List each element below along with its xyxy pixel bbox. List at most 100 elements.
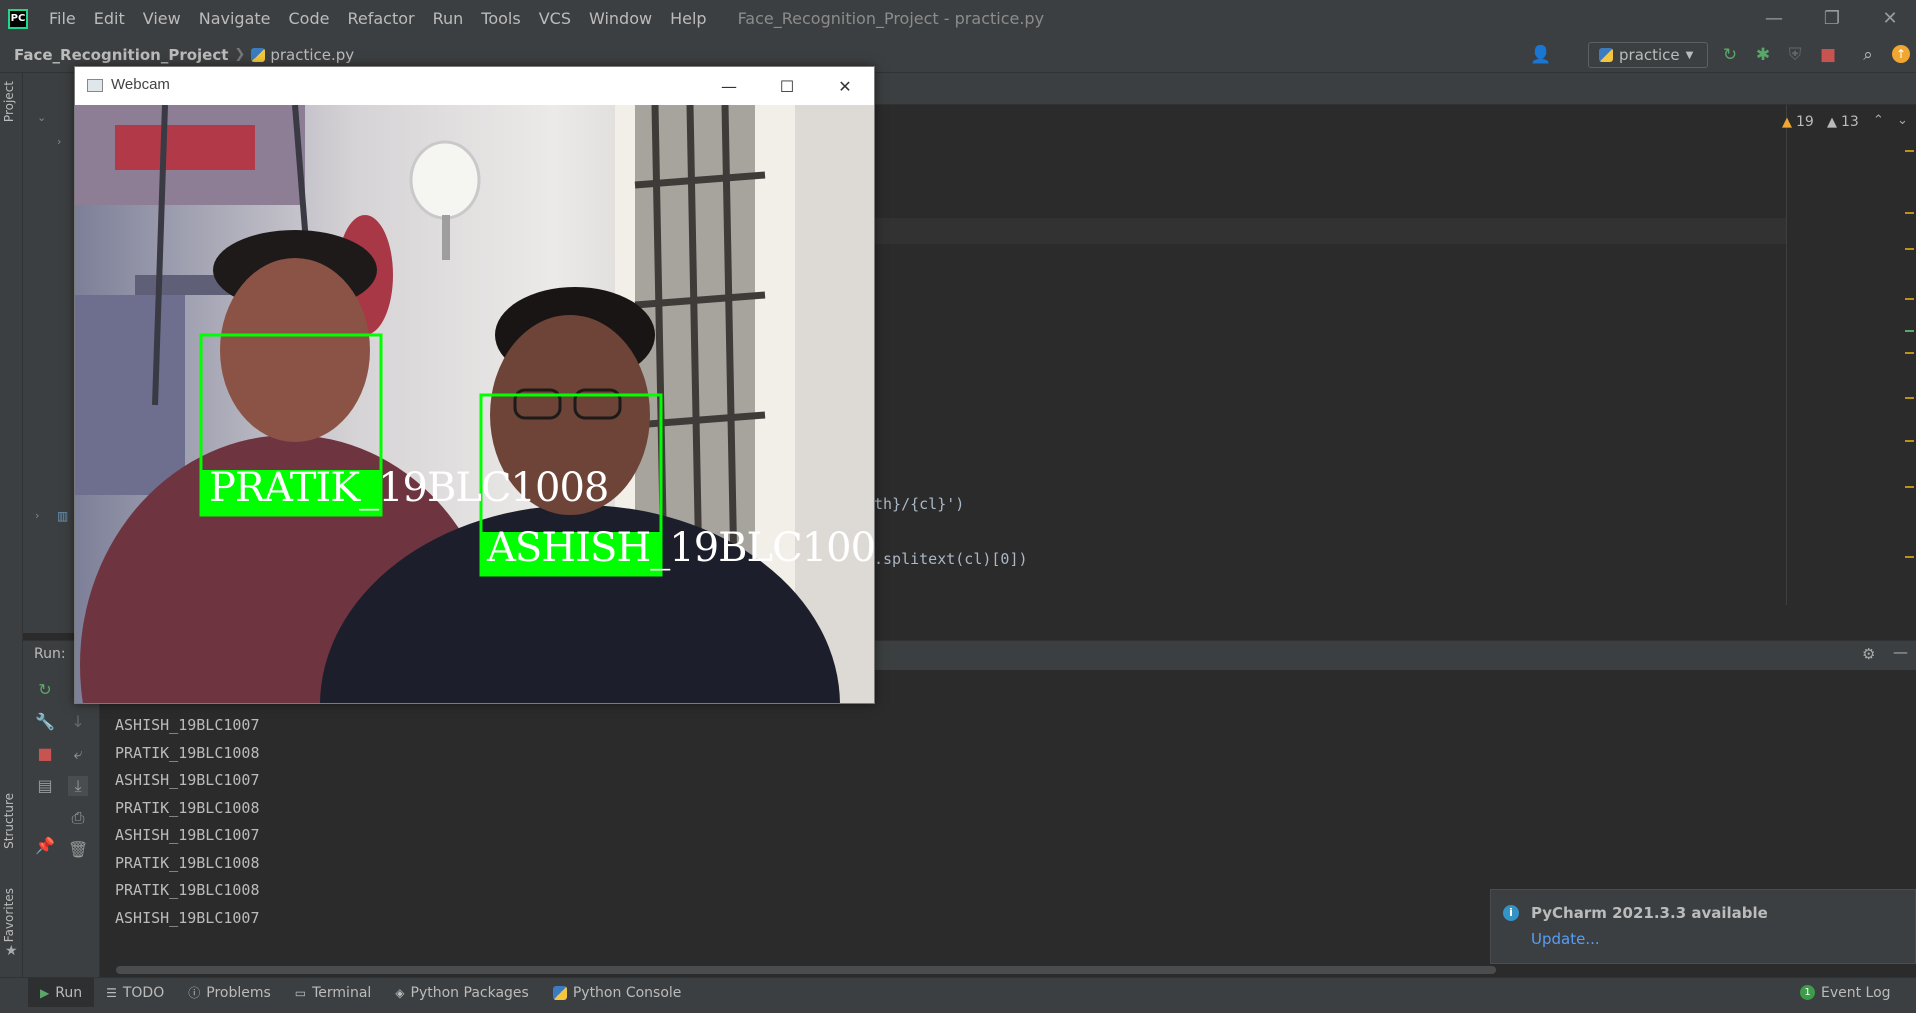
wrench-icon[interactable]: 🔧	[35, 712, 55, 732]
tab-favorites[interactable]: Favorites	[2, 888, 16, 942]
menu-help[interactable]: Help	[661, 0, 715, 37]
tab-terminal-label: Terminal	[312, 984, 372, 1001]
terminal-icon: ▭	[294, 985, 307, 1000]
console-line: PRATIK_19BLC1008	[115, 744, 260, 762]
stop-icon[interactable]: ■	[1818, 45, 1838, 65]
webcam-window[interactable]: Webcam — ☐ ✕ PRATIK_19BLC1008 ASHISH_19B…	[74, 66, 875, 704]
code-line-fragment: th}/{cl}')	[874, 495, 965, 513]
tab-python-console-label: Python Console	[572, 984, 682, 1001]
update-notification[interactable]: i PyCharm 2021.3.3 available Update...	[1490, 889, 1916, 964]
gutter-warning-mark[interactable]	[1905, 212, 1914, 214]
tab-terminal[interactable]: ▭ Terminal	[283, 978, 384, 1008]
search-icon[interactable]: ⌕	[1858, 45, 1878, 65]
tab-problems[interactable]: ⓘ Problems	[176, 978, 283, 1008]
minimize-icon[interactable]: —	[700, 67, 758, 105]
update-icon[interactable]: ↑	[1892, 45, 1910, 63]
star-icon: ★	[5, 943, 18, 959]
code-line-fragment: .splitext(cl)[0])	[874, 550, 1028, 568]
print-icon[interactable]: ⎙	[68, 808, 88, 828]
menu-refactor[interactable]: Refactor	[338, 0, 423, 37]
chevron-right-icon[interactable]: ›	[35, 509, 39, 522]
gutter-warning-mark[interactable]	[1905, 486, 1914, 488]
python-config-icon	[1599, 48, 1613, 62]
console-line: PRATIK_19BLC1008	[115, 799, 260, 817]
console-line: ASHISH_19BLC1007	[115, 771, 260, 789]
close-icon[interactable]: ✕	[816, 67, 874, 105]
user-icon[interactable]: 👤	[1530, 45, 1551, 65]
run-label: Run:	[34, 646, 66, 662]
weak-warning-icon: ▲	[1827, 114, 1837, 130]
left-tool-strip: Project Structure Favorites ★	[0, 73, 23, 993]
face-name-label: ASHISH_19BLC1007	[487, 525, 874, 571]
breadcrumb-file[interactable]: practice.py	[251, 46, 354, 64]
tab-todo[interactable]: ☰ TODO	[94, 978, 176, 1008]
gutter-change-mark[interactable]	[1905, 330, 1914, 332]
gear-icon[interactable]: ⚙	[1862, 645, 1875, 663]
warnings-indicator[interactable]: ▲ 19	[1782, 114, 1814, 130]
window-icon	[87, 79, 103, 92]
gutter-warning-mark[interactable]	[1905, 352, 1914, 354]
weak-warnings-indicator[interactable]: ▲ 13	[1827, 114, 1859, 130]
menu-run[interactable]: Run	[424, 0, 473, 37]
chevron-down-icon[interactable]: ⌄	[37, 111, 46, 124]
gutter-warning-mark[interactable]	[1905, 556, 1914, 558]
tab-todo-label: TODO	[122, 984, 165, 1001]
scroll-to-end-icon[interactable]: ⤓	[68, 776, 88, 796]
stop-icon[interactable]: ■	[35, 744, 55, 764]
update-link[interactable]: Update...	[1531, 930, 1600, 948]
maximize-icon[interactable]: ☐	[758, 67, 816, 105]
tab-run[interactable]: ▶ Run	[28, 977, 95, 1008]
gutter-warning-mark[interactable]	[1905, 298, 1914, 300]
soft-wrap-icon[interactable]: ⤶	[68, 744, 88, 764]
pycharm-logo-icon: PC	[8, 8, 28, 29]
console-line: PRATIK_19BLC1008	[115, 854, 260, 872]
menu-edit[interactable]: Edit	[85, 0, 134, 37]
gutter-warning-mark[interactable]	[1905, 397, 1914, 399]
weak-warnings-count: 13	[1841, 114, 1859, 130]
menu-vcs[interactable]: VCS	[530, 0, 580, 37]
horizontal-scrollbar[interactable]	[116, 966, 1496, 974]
arrow-down-icon[interactable]: ↓	[68, 712, 88, 732]
hide-panel-icon[interactable]: —	[1893, 643, 1908, 661]
menu-code[interactable]: Code	[280, 0, 339, 37]
tab-python-packages[interactable]: ◈ Python Packages	[383, 978, 541, 1008]
close-icon[interactable]: ✕	[1861, 0, 1916, 37]
gutter-warning-mark[interactable]	[1905, 248, 1914, 250]
webcam-title-bar[interactable]: Webcam — ☐ ✕	[75, 67, 874, 105]
chevron-up-icon[interactable]: ⌃	[1873, 113, 1884, 128]
breadcrumb-separator-icon: ❯	[234, 47, 246, 62]
restore-icon[interactable]: ❐	[1803, 0, 1861, 37]
layout-icon[interactable]: ▤	[35, 776, 55, 796]
warning-icon: ▲	[1782, 114, 1792, 130]
event-count-badge: 1	[1800, 985, 1815, 1000]
event-log-button[interactable]: 1 Event Log	[1788, 978, 1903, 1008]
gutter-warning-mark[interactable]	[1905, 150, 1914, 152]
tab-project[interactable]: Project	[2, 81, 16, 122]
info-icon: ⓘ	[188, 986, 201, 1000]
trash-icon[interactable]: 🗑	[68, 840, 88, 860]
warnings-count: 19	[1796, 114, 1814, 130]
library-icon: ▥	[57, 509, 69, 523]
menu-tools[interactable]: Tools	[472, 0, 529, 37]
debug-icon[interactable]: ✱	[1753, 45, 1773, 65]
pin-icon[interactable]: 📌	[35, 836, 55, 856]
python-file-icon	[251, 47, 266, 62]
tab-structure[interactable]: Structure	[2, 793, 16, 849]
run-config-select[interactable]: practice ▼	[1588, 42, 1708, 68]
info-icon: i	[1503, 905, 1519, 921]
camera-scene-image	[75, 105, 874, 703]
tab-python-console[interactable]: Python Console	[541, 978, 694, 1008]
gutter-warning-mark[interactable]	[1905, 440, 1914, 442]
menu-view[interactable]: View	[134, 0, 190, 37]
rerun-icon[interactable]: ↻	[35, 680, 55, 700]
title-bar: PC File Edit View Navigate Code Refactor…	[0, 0, 1916, 37]
chevron-right-icon[interactable]: ›	[57, 135, 61, 148]
breadcrumb-project[interactable]: Face_Recognition_Project	[14, 46, 228, 64]
menu-window[interactable]: Window	[580, 0, 661, 37]
minimize-icon[interactable]: —	[1745, 0, 1803, 37]
menu-navigate[interactable]: Navigate	[190, 0, 280, 37]
rerun-icon[interactable]: ↻	[1720, 45, 1740, 65]
coverage-icon[interactable]: ⛨	[1785, 45, 1805, 65]
menu-file[interactable]: File	[40, 0, 85, 37]
chevron-down-icon[interactable]: ⌄	[1897, 113, 1908, 128]
